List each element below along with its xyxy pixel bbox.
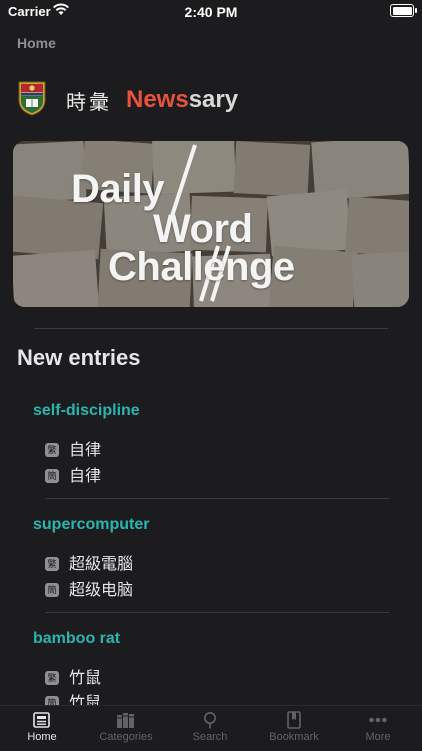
entry-word-link[interactable]: self-discipline	[33, 402, 140, 420]
newspaper-icon	[33, 712, 50, 728]
brand-name-accent: News	[126, 86, 189, 113]
tab-label: More	[365, 731, 391, 743]
simplified-badge: 簡	[45, 468, 59, 483]
simplified-text: 自律	[69, 468, 102, 485]
entry-divider	[45, 498, 389, 499]
tab-bar: Home Categories Search Bookmark More	[0, 705, 422, 751]
books-icon	[117, 713, 134, 728]
daily-word-challenge-banner[interactable]: Daily Word Challenge	[13, 141, 409, 307]
entry-simplified: 簡自律	[45, 462, 102, 485]
tab-home[interactable]: Home	[0, 706, 84, 751]
traditional-text: 超級電腦	[69, 556, 134, 573]
tab-bookmark[interactable]: Bookmark	[252, 706, 336, 751]
tab-label: Categories	[99, 731, 153, 743]
tab-more[interactable]: More	[336, 706, 420, 751]
simplified-badge: 簡	[45, 582, 59, 597]
search-icon	[204, 712, 216, 729]
banner-title-line1: Daily	[71, 167, 165, 211]
tab-categories[interactable]: Categories	[84, 706, 168, 751]
simplified-text: 超级电脑	[69, 582, 134, 599]
entry-traditional: 繁竹鼠	[45, 664, 102, 687]
tab-search[interactable]: Search	[168, 706, 252, 751]
bookmark-icon	[287, 711, 301, 729]
page-title: Home	[17, 35, 56, 51]
traditional-text: 自律	[69, 442, 102, 459]
battery-icon	[390, 4, 417, 17]
tab-label: Bookmark	[269, 731, 319, 743]
entry-traditional: 繁超級電腦	[45, 550, 134, 573]
traditional-badge: 繁	[45, 442, 59, 457]
traditional-badge: 繁	[45, 556, 59, 571]
brand-name: Newssary	[126, 86, 238, 114]
divider	[34, 328, 388, 329]
brand-name-rest: sary	[188, 86, 239, 113]
entry-traditional: 繁自律	[45, 436, 102, 459]
university-crest-logo	[18, 81, 46, 116]
status-bar: Carrier 2:40 PM	[0, 0, 422, 24]
traditional-text: 竹鼠	[69, 670, 102, 687]
status-time: 2:40 PM	[184, 4, 238, 20]
section-title: New entries	[17, 345, 141, 370]
entry-word-link[interactable]: supercomputer	[33, 516, 149, 534]
more-icon	[369, 717, 387, 723]
entry-word-link[interactable]: bamboo rat	[33, 630, 120, 648]
banner-title-line2: Word	[153, 207, 253, 251]
banner-title-line3: Challenge	[108, 245, 295, 289]
entry-divider	[45, 612, 389, 613]
entry-simplified: 簡超级电脑	[45, 576, 134, 599]
brand-header: 時彙 Newssary	[17, 80, 397, 120]
brand-chinese-name: 時彙	[66, 90, 112, 114]
tab-label: Home	[27, 731, 57, 743]
traditional-badge: 繁	[45, 670, 59, 685]
tab-label: Search	[192, 731, 228, 743]
